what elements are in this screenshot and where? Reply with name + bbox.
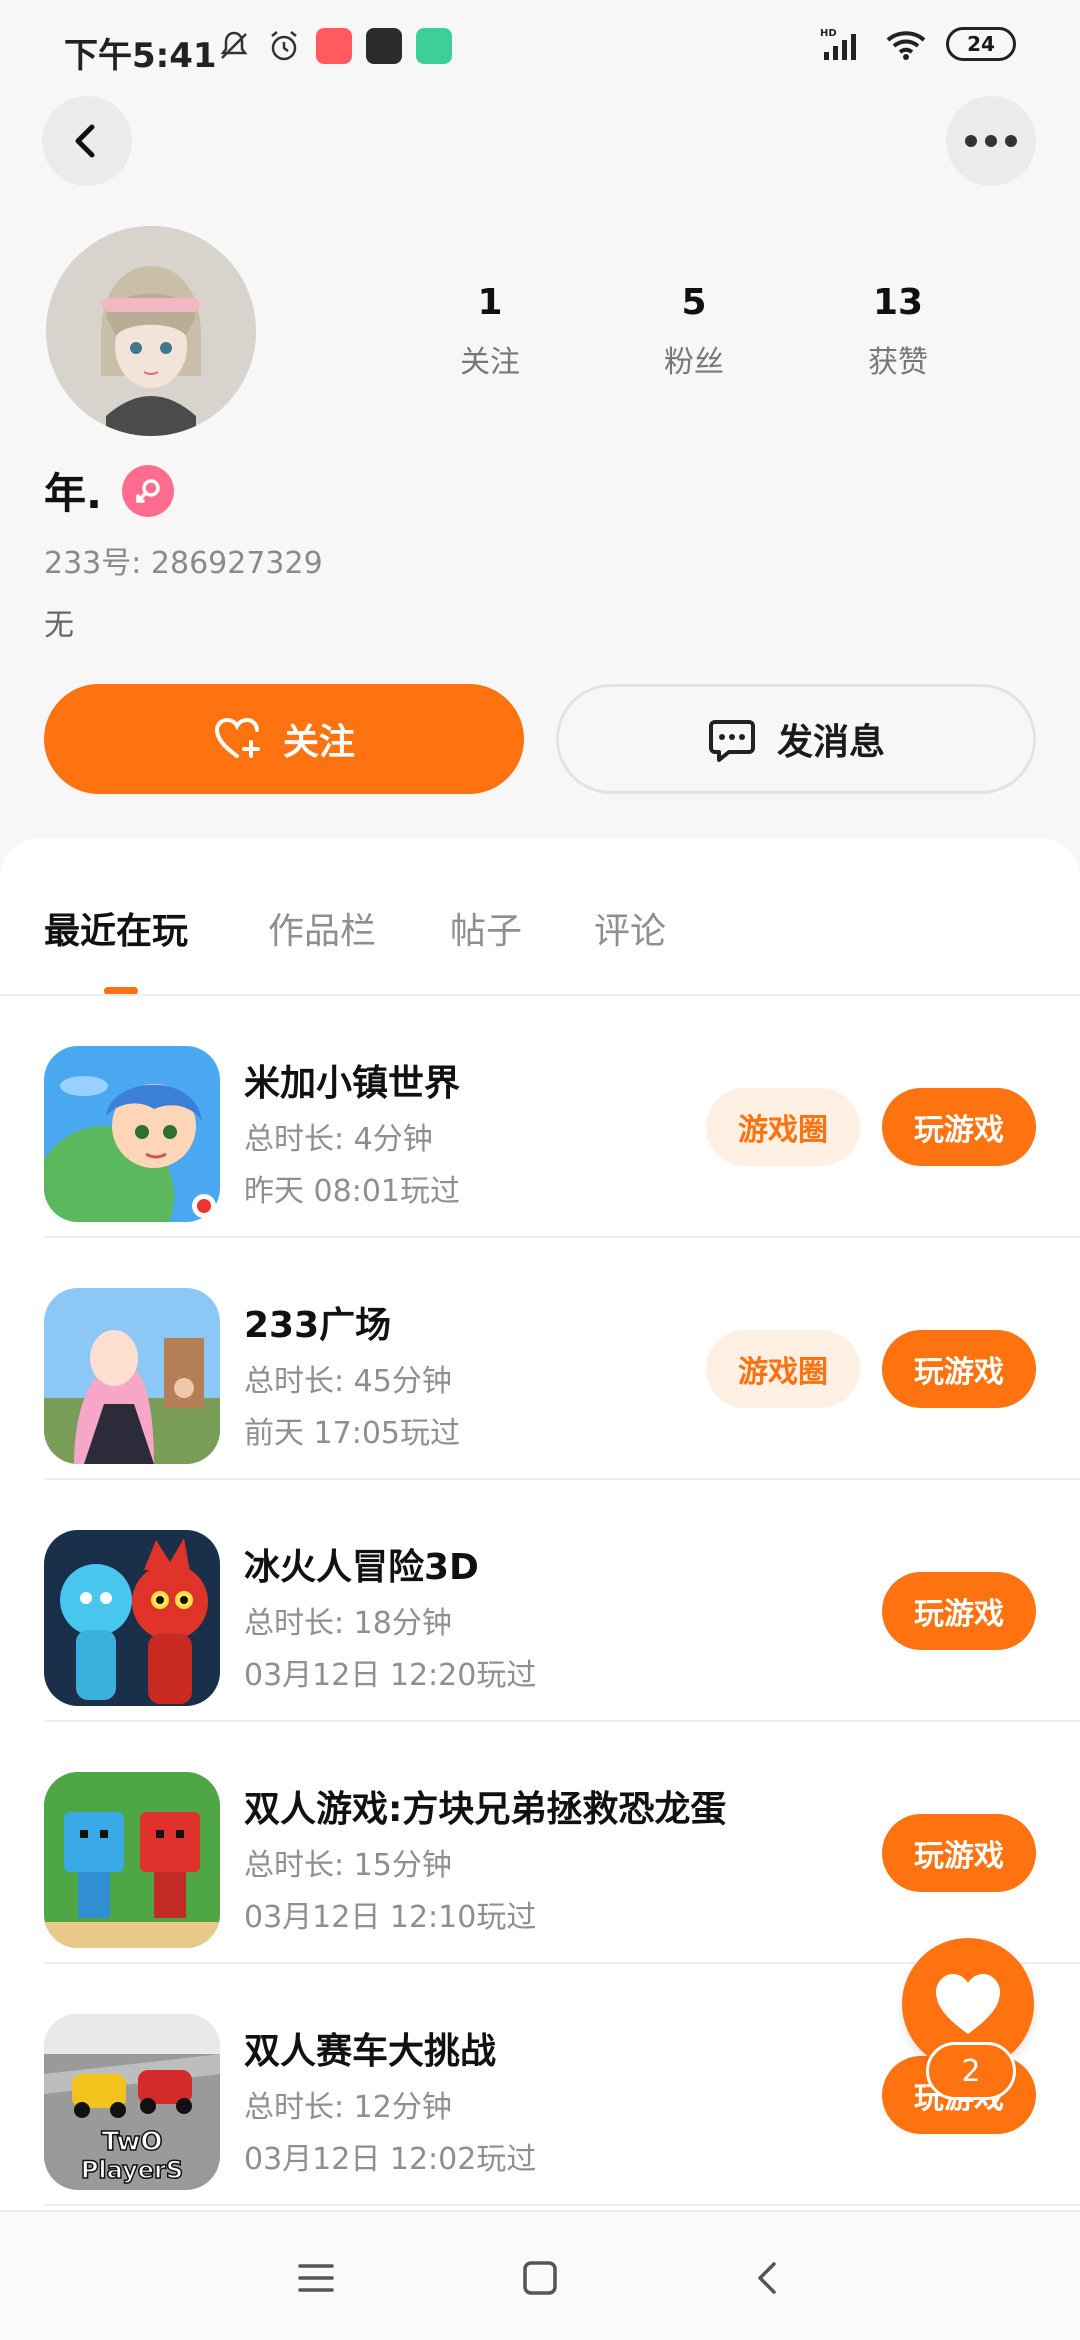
game-title: 双人赛车大挑战	[244, 2031, 497, 2072]
status-notification-icons	[216, 28, 452, 64]
game-circle-button[interactable]: 游戏圈	[706, 1330, 860, 1408]
game-duration: 总时长: 45分钟	[244, 1364, 452, 1399]
stat-likes-label: 获赞	[868, 345, 928, 380]
status-bar: 下午5:41 HD 24	[0, 0, 1080, 100]
svg-text:TwO: TwO	[101, 2127, 162, 2157]
cell-signal-icon: HD	[820, 28, 856, 60]
chat-bubble-icon	[708, 720, 755, 762]
tab-posts[interactable]: 帖子	[450, 902, 522, 954]
game-row[interactable]: 233广场 总时长: 45分钟 前天 17:05玩过 游戏圈 玩游戏	[0, 1238, 1080, 1480]
game-duration: 总时长: 15分钟	[244, 1848, 452, 1883]
play-game-button[interactable]: 玩游戏	[882, 1572, 1036, 1650]
stat-following-label: 关注	[460, 345, 520, 380]
game-title: 双人游戏:方块兄弟拯救恐龙蛋	[244, 1789, 727, 1830]
game-icon-233-plaza	[44, 1288, 220, 1464]
battery-indicator: 24	[946, 27, 1016, 61]
game-icon-fire-ice	[44, 1530, 220, 1706]
stat-fans-label: 粉丝	[664, 345, 724, 380]
game-icon-two-players-racing: TwO PlayerS	[44, 2014, 220, 2190]
menu-icon	[298, 2264, 334, 2292]
tab-recently-played[interactable]: 最近在玩	[44, 902, 188, 954]
app-notify-icon	[316, 28, 352, 64]
mi-store-icon	[366, 28, 402, 64]
avatar[interactable]	[46, 226, 256, 436]
chevron-left-icon	[75, 124, 95, 158]
send-message-button[interactable]: 发消息	[556, 684, 1036, 794]
stat-likes-count: 13	[872, 282, 924, 323]
stat-fans[interactable]: 5 粉丝	[624, 282, 764, 381]
stat-following[interactable]: 1 关注	[420, 282, 560, 381]
wifi-icon	[886, 31, 926, 60]
game-last-played: 03月12日 12:20玩过	[244, 1658, 537, 1693]
user-bio: 无	[44, 608, 74, 643]
user-name: 年.	[44, 469, 102, 518]
game-title: 米加小镇世界	[244, 1063, 461, 1104]
game-last-played: 前天 17:05玩过	[244, 1416, 460, 1451]
game-icon-block-brothers	[44, 1772, 220, 1948]
menu-nav-button[interactable]	[286, 2248, 346, 2308]
bell-off-icon	[220, 31, 248, 59]
game-row[interactable]: 米加小镇世界 总时长: 4分钟 昨天 08:01玩过 游戏圈 玩游戏	[0, 996, 1080, 1238]
anime-avatar-image	[46, 226, 256, 436]
follow-button[interactable]: 关注	[44, 684, 524, 794]
play-game-button[interactable]: 玩游戏	[882, 1088, 1036, 1166]
status-right: HD 24	[820, 26, 1016, 62]
back-button[interactable]	[42, 96, 132, 186]
chat-app-icon	[416, 28, 452, 64]
alarm-icon	[271, 31, 297, 61]
profile-page: 下午5:41 HD 24 1 关注 5 粉丝 13 获赞 年. 233号: 28…	[0, 0, 1080, 2340]
tab-comments[interactable]: 评论	[594, 902, 666, 954]
home-square-icon	[523, 2261, 557, 2295]
back-triangle-icon	[758, 2262, 776, 2294]
send-message-label: 发消息	[776, 722, 885, 763]
stat-likes[interactable]: 13 获赞	[828, 282, 968, 381]
svg-text:HD: HD	[820, 28, 837, 39]
game-title: 233广场	[244, 1305, 392, 1346]
back-nav-button[interactable]	[738, 2248, 798, 2308]
game-last-played: 03月12日 12:10玩过	[244, 1900, 537, 1935]
stat-following-count: 1	[477, 282, 503, 323]
play-game-button[interactable]: 玩游戏	[882, 1814, 1036, 1892]
home-nav-button[interactable]	[510, 2248, 570, 2308]
more-dots-icon	[965, 135, 1017, 147]
tab-works[interactable]: 作品栏	[268, 902, 376, 954]
svg-text:PlayerS: PlayerS	[81, 2156, 183, 2184]
more-options-button[interactable]	[946, 96, 1036, 186]
heart-plus-icon	[214, 717, 260, 758]
game-last-played: 昨天 08:01玩过	[244, 1174, 460, 1209]
stat-fans-count: 5	[681, 282, 707, 323]
row-divider	[44, 2204, 1080, 2206]
game-title: 冰火人冒险3D	[244, 1547, 479, 1588]
game-icon-miga-town	[44, 1046, 220, 1222]
game-row[interactable]: 冰火人冒险3D 总时长: 18分钟 03月12日 12:20玩过 玩游戏	[0, 1480, 1080, 1722]
profile-tabs: 最近在玩 作品栏 帖子 评论	[0, 874, 1080, 996]
follow-label: 关注	[282, 722, 355, 763]
user-id: 233号: 286927329	[44, 546, 323, 581]
game-row[interactable]: 双人游戏:方块兄弟拯救恐龙蛋 总时长: 15分钟 03月12日 12:10玩过 …	[0, 1722, 1080, 1964]
play-game-button[interactable]: 玩游戏	[882, 1330, 1036, 1408]
female-gender-icon	[121, 464, 174, 517]
game-duration: 总时长: 4分钟	[244, 1122, 433, 1157]
game-duration: 总时长: 18分钟	[244, 1606, 452, 1641]
game-duration: 总时长: 12分钟	[244, 2090, 452, 2125]
like-count-badge: 2	[926, 2042, 1016, 2100]
system-nav-bar	[0, 2210, 1080, 2340]
status-time: 下午5:41	[64, 36, 217, 76]
name-row: 年.	[44, 460, 174, 521]
game-circle-button[interactable]: 游戏圈	[706, 1088, 860, 1166]
game-last-played: 03月12日 12:02玩过	[244, 2142, 537, 2177]
